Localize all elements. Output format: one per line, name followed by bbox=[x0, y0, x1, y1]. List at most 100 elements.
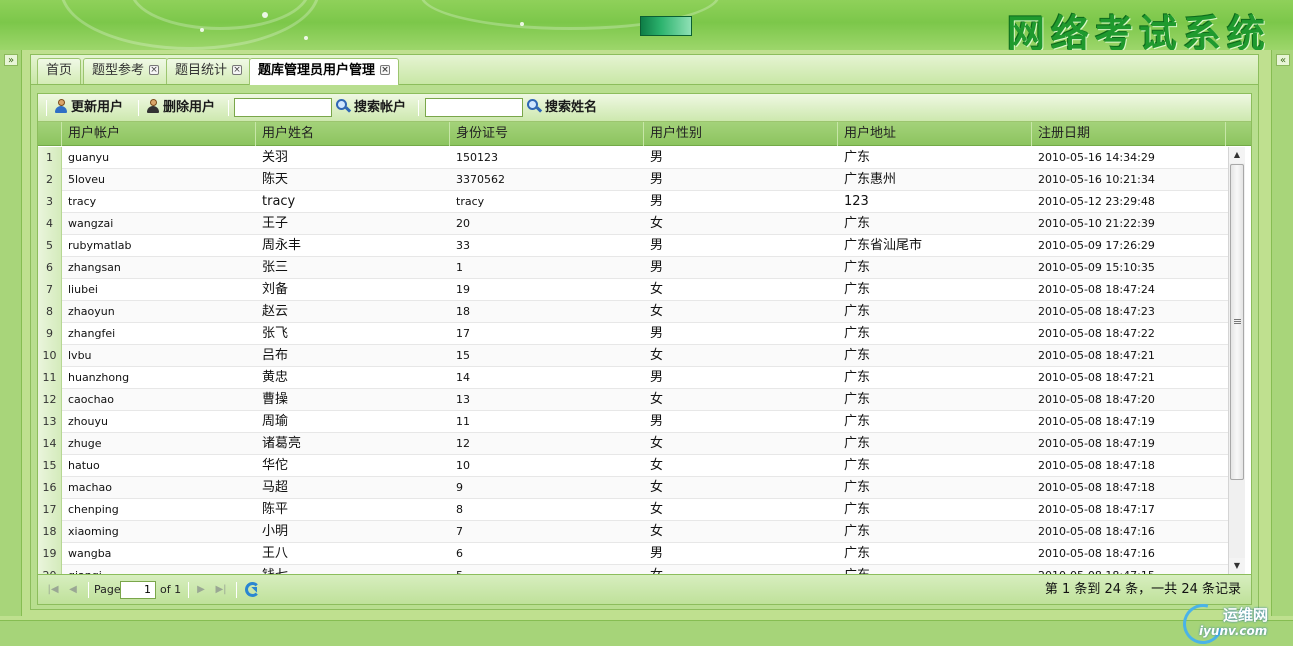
east-region-collapsed[interactable]: « bbox=[1271, 50, 1293, 616]
scrollbar-thumb[interactable] bbox=[1230, 164, 1244, 480]
cell-address: 广东 bbox=[844, 524, 871, 539]
cell-register-date: 2010-05-08 18:47:20 bbox=[1038, 393, 1155, 406]
first-page-icon[interactable]: |◀ bbox=[46, 583, 60, 597]
cell-address: 广东 bbox=[844, 370, 871, 385]
app-banner: 网络考试系统 bbox=[0, 0, 1293, 50]
close-icon[interactable]: × bbox=[149, 65, 160, 75]
scroll-up-icon[interactable]: ▲ bbox=[1229, 147, 1245, 163]
row-number: 20 bbox=[38, 565, 62, 574]
tab-question-stats[interactable]: 题目统计 × bbox=[166, 58, 252, 84]
table-row[interactable]: 11 huanzhong 黄忠 14 男 广东 2010-05-08 18:47:21 bbox=[38, 367, 1230, 389]
cell-address: 广东 bbox=[838, 565, 1032, 574]
cell-id-number: 15 bbox=[456, 349, 470, 362]
banner-dot-decoration bbox=[304, 36, 308, 40]
row-number: 15 bbox=[38, 455, 62, 477]
search-name-input[interactable] bbox=[425, 98, 523, 117]
table-row[interactable]: 15 hatuo 华佗 10 女 广东 2010-05-08 18:47:18 bbox=[38, 455, 1230, 477]
row-number: 19 bbox=[38, 543, 62, 565]
cell-register-date: 2010-05-08 18:47:15 bbox=[1032, 565, 1226, 574]
tab-home[interactable]: 首页 bbox=[37, 58, 82, 84]
user-edit-icon bbox=[54, 99, 68, 113]
table-row[interactable]: 2 5loveu 陈天 3370562 男 广东惠州 2010-05-16 10:21:34 bbox=[38, 169, 1230, 191]
cell-address: 广东 bbox=[844, 436, 871, 451]
cell-gender: 男 bbox=[650, 172, 664, 187]
paging-toolbar: |◀ ◀ Page 1 of 1 ▶ ▶| 第 1 条到 24 条，一共 24 … bbox=[38, 574, 1251, 604]
column-header-register-date[interactable]: 注册日期 bbox=[1032, 122, 1226, 146]
update-user-button[interactable]: 更新用户 bbox=[54, 98, 123, 118]
table-row[interactable]: 14 zhuge 诸葛亮 12 女 广东 2010-05-08 18:47:19 bbox=[38, 433, 1230, 455]
search-account-input[interactable] bbox=[234, 98, 332, 117]
cell-id-number: 33 bbox=[456, 239, 470, 252]
user-grid-panel: 更新用户 删除用户 搜索帐户 搜索姓名 用户帐户 用户姓名 身份证号 用户性别 bbox=[37, 93, 1252, 605]
page-number-input[interactable]: 1 bbox=[120, 581, 156, 599]
west-region-collapsed[interactable]: » bbox=[0, 50, 22, 616]
page-total-label: of 1 bbox=[160, 583, 182, 596]
table-row[interactable]: 9 zhangfei 张飞 17 男 广东 2010-05-08 18:47:22 bbox=[38, 323, 1230, 345]
toolbar-separator bbox=[46, 100, 47, 116]
cell-gender: 男 bbox=[650, 370, 664, 385]
cell-register-date: 2010-05-08 18:47:19 bbox=[1038, 415, 1155, 428]
table-row[interactable]: 4 wangzai 王子 20 女 广东 2010-05-10 21:22:39 bbox=[38, 213, 1230, 235]
tab-question-types[interactable]: 题型参考 × bbox=[83, 58, 169, 84]
last-page-icon[interactable]: ▶| bbox=[214, 583, 228, 597]
tab-user-management[interactable]: 题库管理员用户管理 × bbox=[249, 58, 400, 85]
cell-register-date: 2010-05-08 18:47:16 bbox=[1038, 525, 1155, 538]
cell-account: 5loveu bbox=[68, 173, 106, 186]
cell-gender: 女 bbox=[650, 480, 664, 495]
tab-label: 题库管理员用户管理 bbox=[258, 63, 376, 78]
table-row[interactable]: 17 chenping 陈平 8 女 广东 2010-05-08 18:47:17 bbox=[38, 499, 1230, 521]
cell-register-date: 2010-05-08 18:47:18 bbox=[1038, 459, 1155, 472]
cell-id-number: tracy bbox=[456, 195, 485, 208]
update-user-label: 更新用户 bbox=[71, 100, 124, 115]
cell-account: caochao bbox=[68, 393, 115, 406]
column-header-gender[interactable]: 用户性别 bbox=[644, 122, 838, 146]
scroll-down-icon[interactable]: ▼ bbox=[1229, 558, 1245, 574]
cell-gender: 女 bbox=[650, 524, 664, 539]
table-row[interactable]: 10 lvbu 吕布 15 女 广东 2010-05-08 18:47:21 bbox=[38, 345, 1230, 367]
prev-page-icon[interactable]: ◀ bbox=[66, 583, 80, 597]
cell-register-date: 2010-05-08 18:47:21 bbox=[1038, 371, 1155, 384]
cell-id-number: 6 bbox=[456, 547, 463, 560]
close-icon[interactable]: × bbox=[232, 65, 243, 75]
cell-register-date: 2010-05-12 23:29:48 bbox=[1038, 195, 1155, 208]
column-header-id-number[interactable]: 身份证号 bbox=[450, 122, 644, 146]
cell-address: 广东省汕尾市 bbox=[844, 238, 923, 253]
grid-header: 用户帐户 用户姓名 身份证号 用户性别 用户地址 注册日期 bbox=[38, 122, 1251, 146]
cell-gender: 女 bbox=[650, 348, 664, 363]
next-page-icon[interactable]: ▶ bbox=[194, 583, 208, 597]
cell-id-number: 10 bbox=[456, 459, 470, 472]
grid-scrollbar[interactable]: ▲ ▼ bbox=[1228, 147, 1245, 574]
cell-id-number: 12 bbox=[456, 437, 470, 450]
column-header-account[interactable]: 用户帐户 bbox=[62, 122, 256, 146]
table-row[interactable]: 13 zhouyu 周瑜 11 男 广东 2010-05-08 18:47:19 bbox=[38, 411, 1230, 433]
table-row[interactable]: 7 liubei 刘备 19 女 广东 2010-05-08 18:47:24 bbox=[38, 279, 1230, 301]
cell-account: zhangfei bbox=[68, 327, 116, 340]
table-row[interactable]: 19 wangba 王八 6 男 广东 2010-05-08 18:47:16 bbox=[38, 543, 1230, 565]
table-row[interactable]: 20qianqi钱七5女广东2010-05-08 18:47:15 bbox=[38, 565, 1230, 574]
column-header-address[interactable]: 用户地址 bbox=[838, 122, 1032, 146]
search-name-button[interactable]: 搜索姓名 bbox=[527, 98, 597, 118]
expand-right-icon[interactable]: » bbox=[4, 54, 18, 66]
cell-name: 曹操 bbox=[262, 392, 289, 407]
expand-left-icon[interactable]: « bbox=[1276, 54, 1290, 66]
cell-id-number: 13 bbox=[456, 393, 470, 406]
cell-id-number: 7 bbox=[456, 525, 463, 538]
table-row[interactable]: 18 xiaoming 小明 7 女 广东 2010-05-08 18:47:16 bbox=[38, 521, 1230, 543]
close-icon[interactable]: × bbox=[380, 65, 391, 75]
cell-id-number: 20 bbox=[456, 217, 470, 230]
cell-account: xiaoming bbox=[68, 525, 119, 538]
search-account-button[interactable]: 搜索帐户 bbox=[336, 98, 406, 118]
table-row[interactable]: 6 zhangsan 张三 1 男 广东 2010-05-09 15:10:35 bbox=[38, 257, 1230, 279]
row-number: 5 bbox=[38, 235, 62, 257]
table-row[interactable]: 1 guanyu 关羽 150123 男 广东 2010-05-16 14:34:29 bbox=[38, 147, 1230, 169]
table-row[interactable]: 16 machao 马超 9 女 广东 2010-05-08 18:47:18 bbox=[38, 477, 1230, 499]
cell-address: 广东 bbox=[844, 480, 871, 495]
refresh-icon[interactable] bbox=[245, 582, 260, 597]
watermark: 运维网 iyunv.com bbox=[1175, 596, 1283, 646]
table-row[interactable]: 12 caochao 曹操 13 女 广东 2010-05-08 18:47:20 bbox=[38, 389, 1230, 411]
delete-user-button[interactable]: 删除用户 bbox=[146, 98, 215, 118]
table-row[interactable]: 5 rubymatlab 周永丰 33 男 广东省汕尾市 2010-05-09 17:26:… bbox=[38, 235, 1230, 257]
table-row[interactable]: 3 tracy tracy tracy 男 123 2010-05-12 23:29:48 bbox=[38, 191, 1230, 213]
table-row[interactable]: 8 zhaoyun 赵云 18 女 广东 2010-05-08 18:47:23 bbox=[38, 301, 1230, 323]
column-header-name[interactable]: 用户姓名 bbox=[256, 122, 450, 146]
